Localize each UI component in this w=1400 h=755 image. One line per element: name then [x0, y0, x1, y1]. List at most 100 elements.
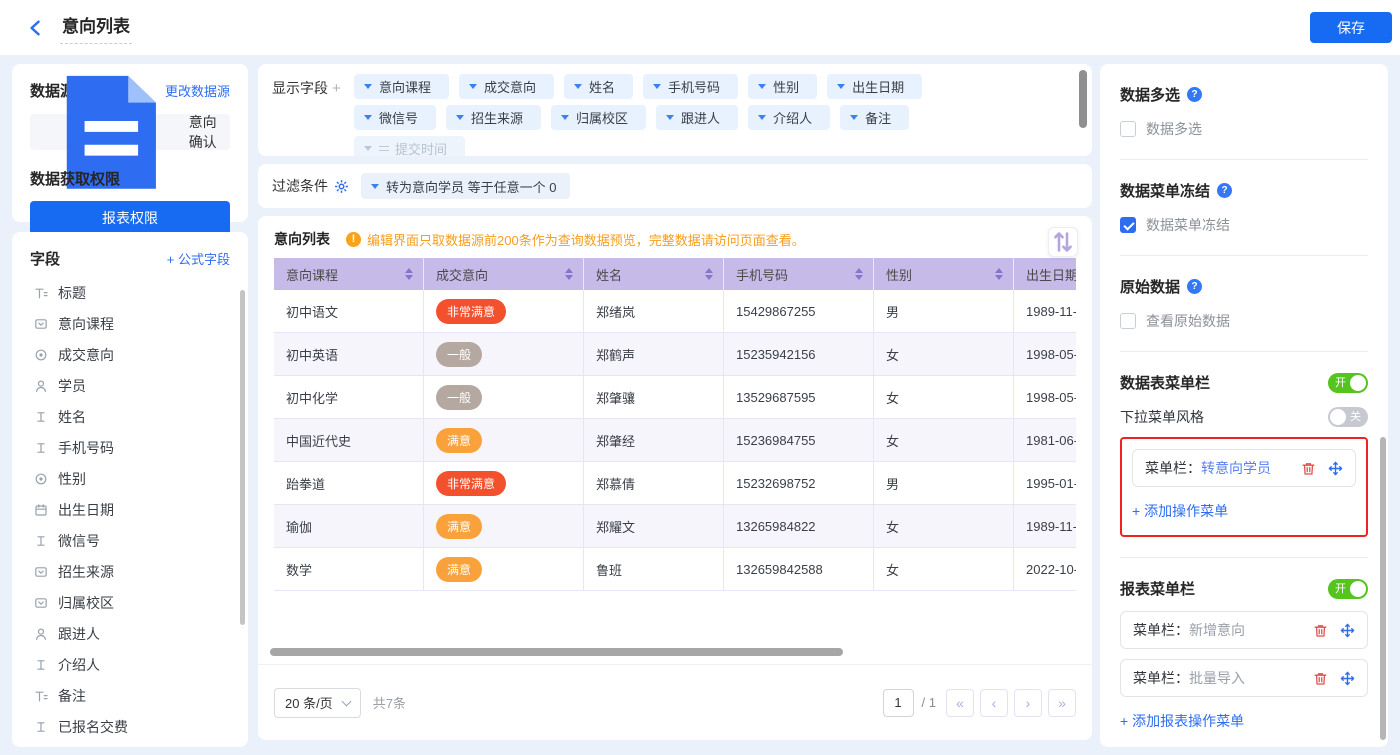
horizontal-scrollbar[interactable]	[270, 648, 843, 656]
display-field-tag[interactable]: 招生来源	[446, 105, 541, 130]
report-menu-toggle[interactable]: 开	[1328, 579, 1368, 599]
trash-icon[interactable]	[1313, 671, 1328, 686]
display-field-tag[interactable]: 归属校区	[551, 105, 646, 130]
report-menu-title: 报表菜单栏	[1120, 578, 1195, 599]
column-header-label: 手机号码	[736, 265, 788, 284]
help-icon[interactable]: ?	[1187, 87, 1202, 102]
dropdown-style-toggle[interactable]: 关	[1328, 407, 1368, 427]
display-scrollbar[interactable]	[1079, 70, 1087, 128]
move-icon[interactable]	[1328, 461, 1343, 476]
column-sort-arrows[interactable]	[995, 268, 1003, 280]
display-tag-disabled[interactable]: 提交时间	[354, 136, 465, 156]
column-header-6[interactable]: 出生日期	[1014, 258, 1076, 290]
column-sort-arrows[interactable]	[855, 268, 863, 280]
column-sort-arrows[interactable]	[565, 268, 573, 280]
field-item-label: 备注	[58, 686, 86, 706]
field-item-radio[interactable]: 成交意向	[30, 339, 230, 370]
display-field-tag[interactable]: 备注	[840, 105, 909, 130]
display-field-tag[interactable]: 介绍人	[748, 105, 830, 130]
move-icon[interactable]	[1340, 671, 1355, 686]
menu-freeze-title: 数据菜单冻结 ?	[1120, 180, 1232, 201]
multi-select-checkbox-row[interactable]: 数据多选	[1120, 119, 1368, 139]
chevron-down-icon	[364, 146, 372, 151]
add-report-menu-link[interactable]: + 添加报表操作菜单	[1120, 711, 1368, 731]
display-field-tag[interactable]: 意向课程	[354, 74, 449, 99]
field-item-title[interactable]: 标题	[30, 277, 230, 308]
dropdown-style-label: 下拉菜单风格	[1120, 407, 1204, 427]
trash-icon[interactable]	[1313, 623, 1328, 638]
pager: / 1 « ‹ › »	[883, 689, 1076, 717]
display-field-tag[interactable]: 成交意向	[459, 74, 554, 99]
column-header-5[interactable]: 性别	[874, 258, 1014, 290]
report-menu-items: 菜单栏：新增意向菜单栏：批量导入	[1120, 611, 1368, 697]
field-item-calendar[interactable]: 出生日期	[30, 494, 230, 525]
save-button[interactable]: 保存	[1310, 12, 1392, 43]
chevron-down-icon	[653, 84, 661, 89]
display-field-tag[interactable]: 姓名	[564, 74, 633, 99]
help-icon[interactable]: ?	[1217, 183, 1232, 198]
column-header-2[interactable]: 成交意向	[424, 258, 584, 290]
datasource-item[interactable]: 意向确认	[30, 114, 230, 150]
help-icon[interactable]: ?	[1187, 279, 1202, 294]
field-item-person[interactable]: 跟进人	[30, 618, 230, 649]
cell: 郑耀文	[584, 505, 724, 547]
display-field-tag[interactable]: 手机号码	[643, 74, 738, 99]
panel-scrollbar[interactable]	[1380, 437, 1386, 740]
menu-item-row[interactable]: 菜单栏：新增意向	[1120, 611, 1368, 649]
menu-freeze-checkbox[interactable]	[1120, 217, 1136, 233]
field-item-select[interactable]: 归属校区	[30, 587, 230, 618]
raw-data-checkbox[interactable]	[1120, 313, 1136, 329]
display-field-tag[interactable]: 性别	[748, 74, 817, 99]
cell: 15236984755	[724, 419, 874, 461]
page-size-select[interactable]: 20 条/页	[274, 688, 361, 718]
add-action-menu-link[interactable]: + 添加操作菜单	[1132, 501, 1356, 521]
field-item-text[interactable]: 微信号	[30, 525, 230, 556]
column-header-4[interactable]: 手机号码	[724, 258, 874, 290]
add-formula-field-link[interactable]: + 公式字段	[167, 249, 230, 268]
field-item-select[interactable]: 招生来源	[30, 556, 230, 587]
move-icon[interactable]	[1340, 623, 1355, 638]
column-header-3[interactable]: 姓名	[584, 258, 724, 290]
gear-icon[interactable]	[334, 179, 349, 194]
column-sort-arrows[interactable]	[705, 268, 713, 280]
multi-select-checkbox[interactable]	[1120, 121, 1136, 137]
last-page-button[interactable]: »	[1048, 689, 1076, 717]
chevron-down-icon	[341, 696, 351, 706]
field-item-text[interactable]: 姓名	[30, 401, 230, 432]
table-sort-button[interactable]	[1048, 227, 1078, 257]
menu-item-row[interactable]: 菜单栏： 转意向学员	[1132, 449, 1356, 487]
table-menu-toggle[interactable]: 开	[1328, 373, 1368, 393]
prev-page-button[interactable]: ‹	[980, 689, 1008, 717]
page-number-input[interactable]	[883, 689, 914, 717]
display-field-tag[interactable]: 跟进人	[656, 105, 738, 130]
report-permission-button[interactable]: 报表权限	[30, 201, 230, 235]
raw-data-checkbox-row[interactable]: 查看原始数据	[1120, 311, 1368, 331]
field-item-text[interactable]: 已报名交费	[30, 711, 230, 742]
field-item-text[interactable]: 手机号码	[30, 432, 230, 463]
fields-scrollbar[interactable]	[240, 290, 245, 625]
trash-icon[interactable]	[1301, 461, 1316, 476]
column-sort-arrows[interactable]	[405, 268, 413, 280]
calendar-icon	[34, 503, 48, 517]
cell: 15232698752	[724, 462, 874, 504]
display-field-tag[interactable]: 微信号	[354, 105, 436, 130]
field-item-radio[interactable]: 性别	[30, 463, 230, 494]
field-item-text[interactable]: 介绍人	[30, 649, 230, 680]
display-field-tag[interactable]: 出生日期	[827, 74, 922, 99]
add-display-field-button[interactable]: +	[332, 80, 341, 97]
field-item-title[interactable]: 备注	[30, 680, 230, 711]
filter-condition-tag[interactable]: 转为意向学员 等于任意一个 0	[361, 173, 570, 199]
display-field-tag-label: 归属校区	[576, 108, 628, 127]
next-page-button[interactable]: ›	[1014, 689, 1042, 717]
first-page-button[interactable]: «	[946, 689, 974, 717]
field-item-select[interactable]: 意向课程	[30, 308, 230, 339]
divider	[1120, 351, 1368, 352]
column-header-1[interactable]: 意向课程	[274, 258, 424, 290]
menu-freeze-checkbox-row[interactable]: 数据菜单冻结	[1120, 215, 1368, 235]
field-item-person[interactable]: 学员	[30, 370, 230, 401]
back-button[interactable]	[26, 18, 46, 38]
column-header-label: 意向课程	[286, 265, 338, 284]
menu-item-row[interactable]: 菜单栏：批量导入	[1120, 659, 1368, 697]
datasource-card: 数据源 更改数据源 意向确认 数据获取权限 报表权限	[12, 64, 248, 222]
table-row: 初中化学一般郑肇骧13529687595女1998-05-	[274, 376, 1076, 419]
